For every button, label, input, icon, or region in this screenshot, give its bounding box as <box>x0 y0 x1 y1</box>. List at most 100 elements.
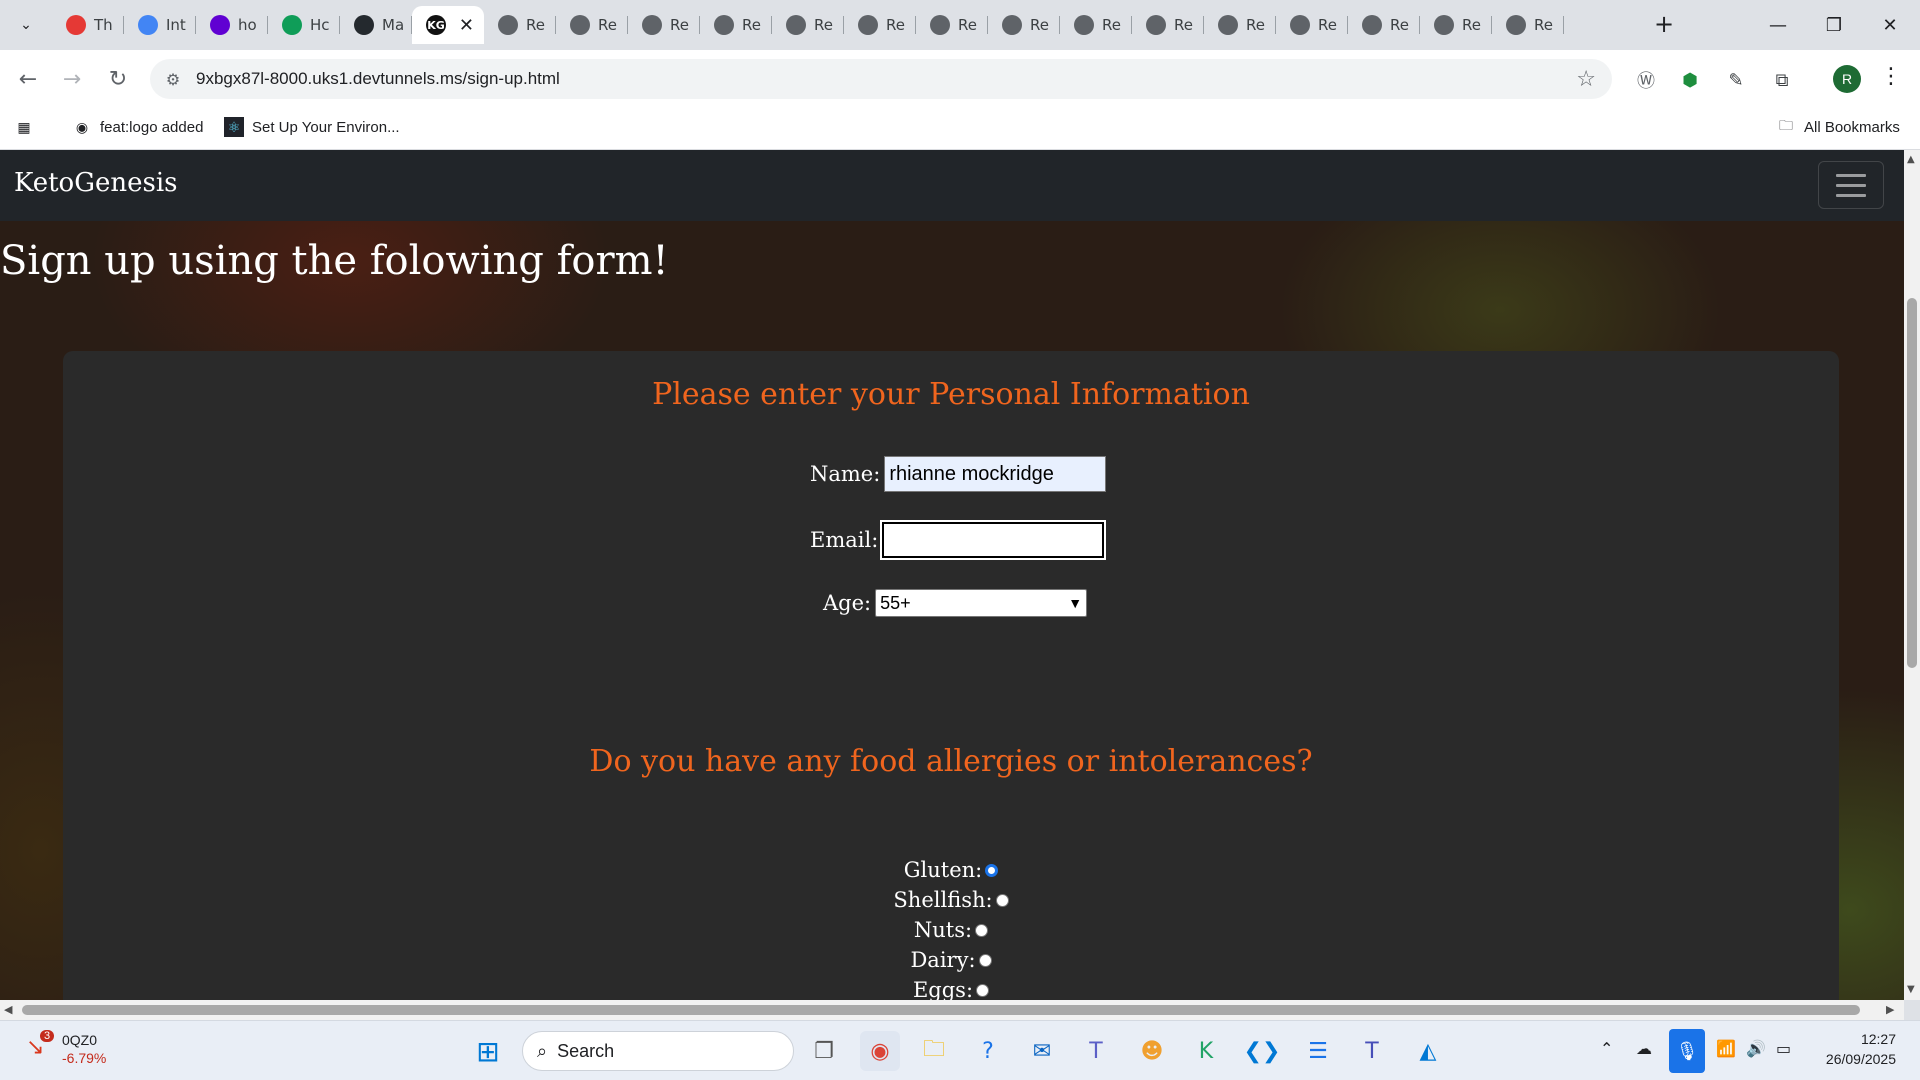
age-row: Age: 55+ ▼ <box>823 589 1088 617</box>
browser-tab[interactable]: Re <box>1420 6 1492 44</box>
globe-icon <box>930 15 950 35</box>
restore-button[interactable]: ❐ <box>1806 0 1862 50</box>
browser-tab[interactable]: Re <box>1204 6 1276 44</box>
horizontal-scrollbar[interactable]: ◀ ▶ <box>0 1000 1904 1020</box>
kinsta-icon[interactable]: K <box>1186 1031 1226 1071</box>
browser-tab[interactable]: Re <box>772 6 844 44</box>
minimize-button[interactable]: — <box>1750 0 1806 50</box>
tab-label: Re <box>598 16 617 34</box>
allergy-radio[interactable] <box>995 893 1009 907</box>
microphone-icon[interactable]: 🎙 <box>1669 1029 1705 1073</box>
url-text[interactable]: 9xbgx87l-8000.uks1.devtunnels.ms/sign-up… <box>196 69 560 89</box>
vertical-scrollbar[interactable]: ▲ ▼ <box>1904 150 1920 1000</box>
browser-tab[interactable]: ho <box>196 6 268 44</box>
tab-label: Re <box>1174 16 1193 34</box>
browser-tab[interactable]: Re <box>988 6 1060 44</box>
browser-tab[interactable]: Re <box>628 6 700 44</box>
email-input[interactable] <box>880 520 1107 560</box>
browser-tab[interactable]: Th <box>52 6 124 44</box>
browser-tab[interactable]: Re <box>556 6 628 44</box>
scroll-left-icon[interactable]: ◀ <box>4 1003 12 1016</box>
personal-info-title: Please enter your Personal Information <box>652 377 1250 412</box>
task-view-icon[interactable]: ❐ <box>804 1031 844 1071</box>
site-info-icon[interactable]: ⚙ <box>162 68 184 90</box>
browser-tab[interactable]: KG ✕ <box>412 6 484 44</box>
forward-icon[interactable]: → <box>56 63 88 95</box>
vertical-scroll-thumb[interactable] <box>1907 298 1917 668</box>
age-select[interactable]: 55+ ▼ <box>875 589 1088 617</box>
eyedropper-extension-icon[interactable]: ✎ <box>1722 66 1750 94</box>
browser-tab[interactable]: Hc <box>268 6 340 44</box>
close-tab-icon[interactable]: ✕ <box>459 15 474 36</box>
wordpress-extension-icon[interactable]: Ⓦ <box>1632 66 1660 94</box>
browser-tab[interactable]: Re <box>1276 6 1348 44</box>
shield-extension-icon[interactable]: ⬢ <box>1676 66 1704 94</box>
taskbar-search[interactable]: ⌕ Search <box>522 1031 794 1071</box>
chrome-taskbar-icon[interactable]: ◉ <box>860 1031 900 1071</box>
reload-icon[interactable]: ↻ <box>102 63 134 95</box>
browser-tab[interactable]: Re <box>700 6 772 44</box>
navbar-toggler-icon[interactable] <box>1818 161 1884 209</box>
discord-icon[interactable]: ☻ <box>1132 1031 1172 1071</box>
bookmark-star-icon[interactable]: ☆ <box>1576 67 1596 92</box>
tab-label: Re <box>1030 16 1049 34</box>
scroll-right-icon[interactable]: ▶ <box>1886 1003 1894 1016</box>
allergy-radio[interactable] <box>976 983 990 997</box>
allergy-radio[interactable] <box>978 953 992 967</box>
allergy-radio[interactable] <box>985 863 999 877</box>
vscode-icon[interactable]: ❮❯ <box>1242 1031 1282 1071</box>
tab-label: Re <box>886 16 905 34</box>
browser-tab[interactable]: Re <box>1492 6 1564 44</box>
site-brand[interactable]: KetoGenesis <box>14 168 178 198</box>
tab-label: Re <box>670 16 689 34</box>
browser-tab[interactable]: Int <box>124 6 196 44</box>
notepad-icon[interactable]: ☰ <box>1298 1031 1338 1071</box>
outlook-icon[interactable]: ✉ <box>1022 1031 1062 1071</box>
taskbar-clock[interactable]: 12:27 26/09/2025 <box>1812 1029 1896 1069</box>
horizontal-scroll-thumb[interactable] <box>22 1005 1860 1015</box>
new-tab-button[interactable]: + <box>1650 10 1678 38</box>
bookmark-feat-logo[interactable]: ◉ feat:logo added <box>72 117 204 137</box>
back-icon[interactable]: ← <box>12 63 44 95</box>
file-explorer-icon[interactable]: 🗀 <box>914 1031 954 1071</box>
apps-grid-icon[interactable]: ▦ <box>14 117 42 137</box>
address-bar[interactable]: ⚙ 9xbgx87l-8000.uks1.devtunnels.ms/sign-… <box>150 59 1612 99</box>
browser-tab[interactable]: Re <box>1348 6 1420 44</box>
browser-tab[interactable]: Re <box>844 6 916 44</box>
allergy-label: Dairy: <box>910 948 976 972</box>
name-input[interactable] <box>884 456 1107 492</box>
stock-widget[interactable]: ↘ 3 0QZ0 -6.79% <box>26 1030 106 1067</box>
browser-tab[interactable]: Re <box>484 6 556 44</box>
allergy-option: Shellfish: <box>63 888 1839 912</box>
all-bookmarks-button[interactable]: 🗀 All Bookmarks <box>1776 117 1900 137</box>
scroll-up-icon[interactable]: ▲ <box>1907 154 1915 165</box>
teams-work-icon[interactable]: T <box>1352 1031 1392 1071</box>
browser-tab[interactable]: Re <box>916 6 988 44</box>
scroll-down-icon[interactable]: ▼ <box>1907 984 1915 995</box>
allergy-label: Gluten: <box>903 858 983 882</box>
name-label: Name: <box>810 462 881 486</box>
browser-tab[interactable]: Re <box>1060 6 1132 44</box>
tray-chevron-icon[interactable]: ⌃ <box>1600 1039 1613 1058</box>
browser-menu-icon[interactable]: ⋮ <box>1880 64 1902 89</box>
onedrive-icon[interactable]: ☁ <box>1636 1039 1652 1058</box>
help-icon[interactable]: ? <box>968 1031 1008 1071</box>
close-window-button[interactable]: ✕ <box>1862 0 1918 50</box>
wifi-icon[interactable]: 📶 <box>1716 1039 1736 1058</box>
tab-label: Re <box>1102 16 1121 34</box>
browser-tab[interactable]: Ma <box>340 6 412 44</box>
windows-start-icon[interactable]: ⊞ <box>468 1031 508 1071</box>
allergy-radio[interactable] <box>975 923 989 937</box>
battery-icon[interactable]: ▭ <box>1776 1039 1791 1058</box>
teams-icon[interactable]: T <box>1076 1031 1116 1071</box>
allergy-option: Gluten: <box>63 858 1839 882</box>
profile-avatar[interactable]: R <box>1833 65 1861 93</box>
volume-icon[interactable]: 🔊 <box>1746 1039 1766 1058</box>
photos-icon[interactable]: ◭ <box>1408 1031 1448 1071</box>
email-row: Email: <box>810 520 1107 560</box>
browser-tab[interactable]: Re <box>1132 6 1204 44</box>
tab-search-icon[interactable]: ⌄ <box>10 9 42 41</box>
extensions-puzzle-icon[interactable]: ⧉ <box>1768 66 1796 94</box>
bookmark-setup-env[interactable]: ⚛ Set Up Your Environ... <box>224 117 400 137</box>
tab-label: Hc <box>310 16 330 34</box>
